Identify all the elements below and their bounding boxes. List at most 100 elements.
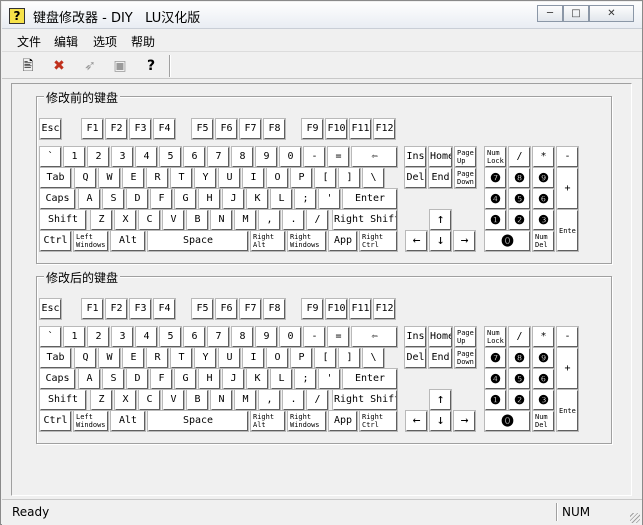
after-key-q-0[interactable]: Q [74, 347, 97, 369]
before-key-insert[interactable]: Ins [404, 146, 427, 168]
after-key-a-9[interactable]: ; [294, 368, 317, 390]
before-key-backspace[interactable]: ⇦ [351, 146, 398, 168]
before-key-esc[interactable]: Esc [39, 118, 62, 140]
before-key-q-3[interactable]: R [146, 167, 169, 189]
after-key-q-8[interactable]: O [266, 347, 289, 369]
before-key-q-10[interactable]: [ [314, 167, 337, 189]
before-key-num-1[interactable]: 1 [63, 146, 86, 168]
after-key-right-alt[interactable]: Right Alt [250, 410, 286, 432]
before-key-z-1[interactable]: X [114, 209, 137, 231]
after-key-num-11[interactable]: - [303, 326, 326, 348]
before-key-kp-7[interactable]: ❼ [484, 167, 507, 189]
after-key-end[interactable]: End [428, 347, 453, 369]
before-key-z-2[interactable]: C [138, 209, 161, 231]
before-key-z-8[interactable]: . [282, 209, 305, 231]
before-key-q-1[interactable]: W [98, 167, 121, 189]
before-key-right-shift[interactable]: Right Shift [332, 209, 398, 231]
after-key-kp-multiply[interactable]: * [532, 326, 555, 348]
before-key-kp-3[interactable]: ❸ [532, 209, 555, 231]
before-key-a-4[interactable]: G [174, 188, 197, 210]
before-key-kp-subtract[interactable]: - [556, 146, 579, 168]
after-key-num-12[interactable]: = [327, 326, 350, 348]
after-key-right-shift[interactable]: Right Shift [332, 389, 398, 411]
after-key-kp-add[interactable]: + [556, 347, 579, 390]
after-key-right-windows[interactable]: Right Windows [287, 410, 327, 432]
after-key-num-1[interactable]: 1 [63, 326, 86, 348]
after-key-z-8[interactable]: . [282, 389, 305, 411]
after-key-page-down[interactable]: Page Down [454, 347, 477, 369]
after-key-q-11[interactable]: ] [338, 347, 361, 369]
before-key-a-5[interactable]: H [198, 188, 221, 210]
before-key-shift[interactable]: Shift [39, 209, 87, 231]
before-key-z-9[interactable]: / [306, 209, 329, 231]
after-key-a-7[interactable]: K [246, 368, 269, 390]
after-key-q-2[interactable]: E [122, 347, 145, 369]
before-key-z-6[interactable]: M [234, 209, 257, 231]
before-key-kp-2[interactable]: ❷ [508, 209, 531, 231]
before-key-q-8[interactable]: O [266, 167, 289, 189]
before-key-f11[interactable]: F11 [349, 118, 372, 140]
after-key-z-4[interactable]: B [186, 389, 209, 411]
after-key-a-4[interactable]: G [174, 368, 197, 390]
before-key-f3[interactable]: F3 [129, 118, 152, 140]
resize-grip[interactable] [630, 513, 640, 523]
after-key-kp-subtract[interactable]: - [556, 326, 579, 348]
before-key-page-down[interactable]: Page Down [454, 167, 477, 189]
before-key-f10[interactable]: F10 [325, 118, 348, 140]
after-key-delete[interactable]: Del [404, 347, 427, 369]
after-key-q-10[interactable]: [ [314, 347, 337, 369]
after-key-f1[interactable]: F1 [81, 298, 104, 320]
after-key-kp-4[interactable]: ❹ [484, 368, 507, 390]
after-key-a-3[interactable]: F [150, 368, 173, 390]
after-key-enter[interactable]: Enter [342, 368, 398, 390]
after-key-q-7[interactable]: I [242, 347, 265, 369]
after-key-num-4[interactable]: 4 [135, 326, 158, 348]
after-key-kp-0[interactable]: ⓿ [484, 410, 531, 432]
after-key-alt[interactable]: Alt [110, 410, 146, 432]
before-key-arrow-left[interactable]: ← [405, 230, 428, 252]
before-key-f8[interactable]: F8 [263, 118, 286, 140]
before-key-a-3[interactable]: F [150, 188, 173, 210]
before-key-z-0[interactable]: Z [90, 209, 113, 231]
maximize-button[interactable]: □ [563, 5, 589, 22]
after-key-a-6[interactable]: J [222, 368, 245, 390]
after-key-kp-8[interactable]: ❽ [508, 347, 531, 369]
menu-help[interactable]: 帮助 [131, 33, 155, 50]
before-key-kp-5[interactable]: ❺ [508, 188, 531, 210]
help-icon[interactable]: ? [141, 56, 161, 76]
before-key-a-1[interactable]: S [102, 188, 125, 210]
before-key-tab[interactable]: Tab [39, 167, 72, 189]
before-key-kp-delete[interactable]: Num Del [532, 230, 555, 252]
before-key-kp-9[interactable]: ❾ [532, 167, 555, 189]
after-key-f6[interactable]: F6 [215, 298, 238, 320]
after-key-z-3[interactable]: V [162, 389, 185, 411]
after-key-f3[interactable]: F3 [129, 298, 152, 320]
after-key-kp-5[interactable]: ❺ [508, 368, 531, 390]
before-key-right-alt[interactable]: Right Alt [250, 230, 286, 252]
after-key-f8[interactable]: F8 [263, 298, 286, 320]
after-key-a-1[interactable]: S [102, 368, 125, 390]
close-button[interactable]: ✕ [589, 5, 634, 22]
before-key-q-6[interactable]: U [218, 167, 241, 189]
after-key-q-1[interactable]: W [98, 347, 121, 369]
after-key-z-2[interactable]: C [138, 389, 161, 411]
after-key-a-0[interactable]: A [78, 368, 101, 390]
after-key-a-2[interactable]: D [126, 368, 149, 390]
minimize-button[interactable]: ─ [537, 5, 563, 22]
after-key-left-windows[interactable]: Left Windows [73, 410, 109, 432]
after-key-f7[interactable]: F7 [239, 298, 262, 320]
after-key-q-3[interactable]: R [146, 347, 169, 369]
after-key-kp-1[interactable]: ❶ [484, 389, 507, 411]
before-key-kp-multiply[interactable]: * [532, 146, 555, 168]
before-key-f9[interactable]: F9 [301, 118, 324, 140]
before-key-ctrl[interactable]: Ctrl [39, 230, 72, 252]
after-key-esc[interactable]: Esc [39, 298, 62, 320]
after-key-z-1[interactable]: X [114, 389, 137, 411]
after-key-f2[interactable]: F2 [105, 298, 128, 320]
after-key-f9[interactable]: F9 [301, 298, 324, 320]
before-key-space[interactable]: Space [147, 230, 249, 252]
after-key-z-9[interactable]: / [306, 389, 329, 411]
before-key-a-7[interactable]: K [246, 188, 269, 210]
after-key-home[interactable]: Home [428, 326, 453, 348]
before-key-kp-0[interactable]: ⓿ [484, 230, 531, 252]
